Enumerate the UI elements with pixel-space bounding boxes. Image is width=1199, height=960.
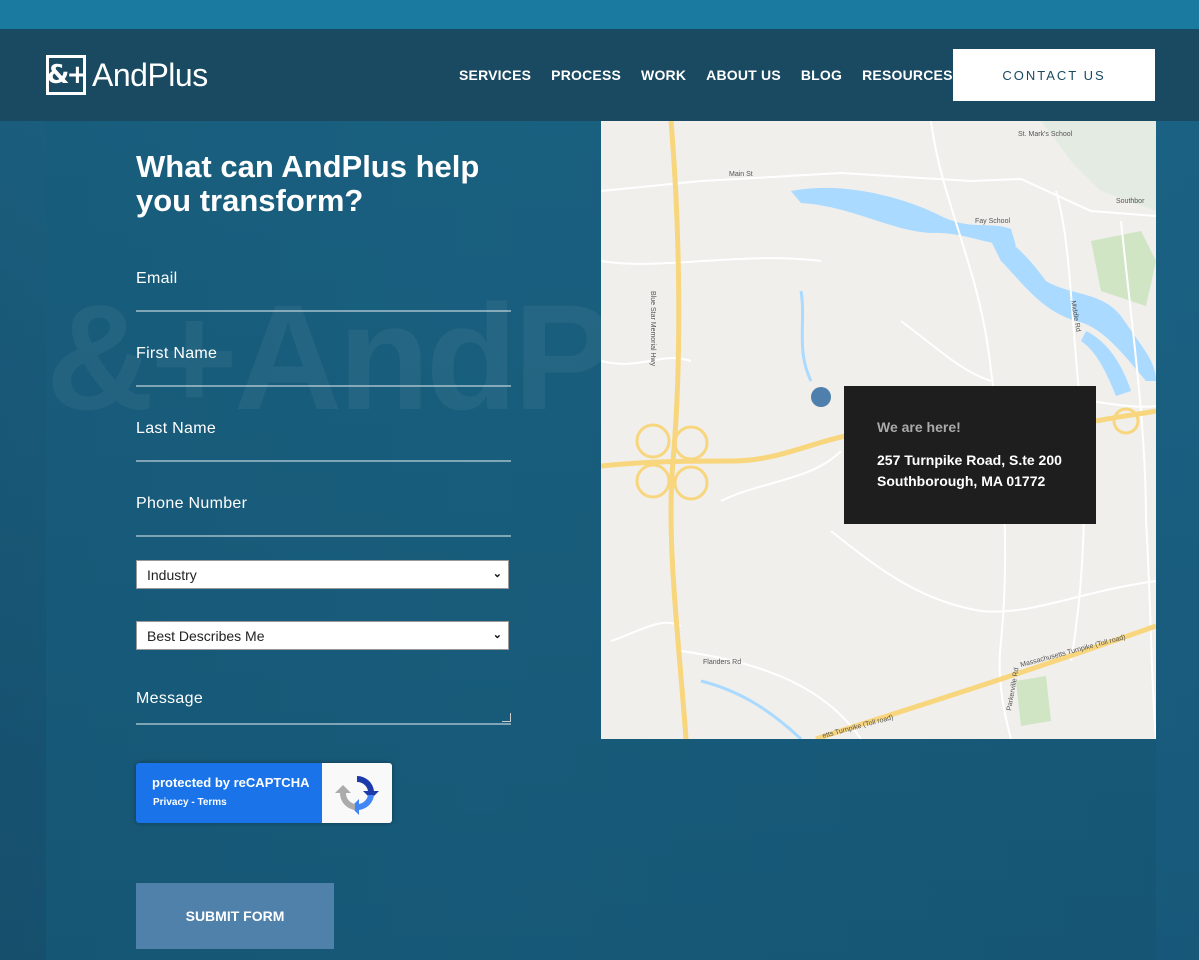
map-label-st-marks: St. Mark's School xyxy=(1018,131,1073,138)
message-field[interactable]: Message xyxy=(136,690,511,725)
resize-handle[interactable] xyxy=(502,713,511,722)
location-map[interactable]: St. Mark's School Fay School Southbor Ma… xyxy=(601,121,1156,739)
chevron-down-icon: ⌄ xyxy=(492,629,502,641)
email-field[interactable]: Email xyxy=(136,270,511,312)
last-name-field[interactable]: Last Name xyxy=(136,420,511,462)
map-label-main-st: Main St xyxy=(729,171,753,178)
nav-work[interactable]: WORK xyxy=(641,67,686,83)
map-label-blue-star: Blue Star Memorial Hwy xyxy=(649,291,656,367)
address-line-2: Southborough, MA 01772 xyxy=(877,473,1046,489)
describes-select[interactable]: Best Describes Me ⌄ xyxy=(136,621,509,650)
map-label-fay: Fay School xyxy=(975,218,1010,225)
address-line-1: 257 Turnpike Road, S.te 200 xyxy=(877,452,1062,468)
logo[interactable]: &+ AndPlus xyxy=(46,54,208,96)
nav-blog[interactable]: BLOG xyxy=(801,67,842,83)
recaptcha-badge[interactable]: protected by reCAPTCHA Privacy - Terms xyxy=(136,763,392,823)
industry-select-value: Industry xyxy=(147,567,197,583)
contact-us-button[interactable]: CONTACT US xyxy=(953,49,1155,101)
main-nav: SERVICES PROCESS WORK ABOUT US BLOG RESO… xyxy=(449,29,963,121)
map-pin-icon[interactable] xyxy=(811,387,831,407)
map-label-flanders: Flanders Rd xyxy=(703,659,741,666)
last-name-label: Last Name xyxy=(136,420,217,437)
form-title: What can AndPlus help you transform? xyxy=(136,149,480,218)
nav-services[interactable]: SERVICES xyxy=(459,67,531,83)
nav-process[interactable]: PROCESS xyxy=(551,67,621,83)
background-edge xyxy=(1156,121,1199,960)
chevron-down-icon: ⌄ xyxy=(492,568,502,580)
site-header: &+ AndPlus SERVICES PROCESS WORK ABOUT U… xyxy=(0,29,1199,121)
logo-text: AndPlus xyxy=(92,56,208,93)
recaptcha-text: protected by reCAPTCHA xyxy=(152,775,310,790)
phone-label: Phone Number xyxy=(136,495,248,512)
phone-field[interactable]: Phone Number xyxy=(136,495,511,537)
recaptcha-logo xyxy=(322,763,392,823)
nav-about-us[interactable]: ABOUT US xyxy=(706,67,781,83)
map-info-box: We are here! 257 Turnpike Road, S.te 200… xyxy=(844,386,1096,524)
logo-mark-icon: &+ xyxy=(46,55,88,95)
describes-select-value: Best Describes Me xyxy=(147,628,265,644)
message-label: Message xyxy=(136,690,204,707)
first-name-label: First Name xyxy=(136,345,218,362)
recaptcha-icon xyxy=(335,775,379,815)
submit-form-button[interactable]: SUBMIT FORM xyxy=(136,883,334,949)
info-heading: We are here! xyxy=(877,419,961,435)
recaptcha-links[interactable]: Privacy - Terms xyxy=(153,797,227,808)
nav-resources[interactable]: RESOURCES xyxy=(862,67,952,83)
first-name-field[interactable]: First Name xyxy=(136,345,511,387)
map-label-mass-pike: Massachusetts Turnpike (Toll road) xyxy=(1020,634,1127,669)
top-strip xyxy=(0,0,1199,29)
map-label-southborough: Southbor xyxy=(1116,198,1145,205)
industry-select[interactable]: Industry ⌄ xyxy=(136,560,509,589)
email-label: Email xyxy=(136,270,178,287)
